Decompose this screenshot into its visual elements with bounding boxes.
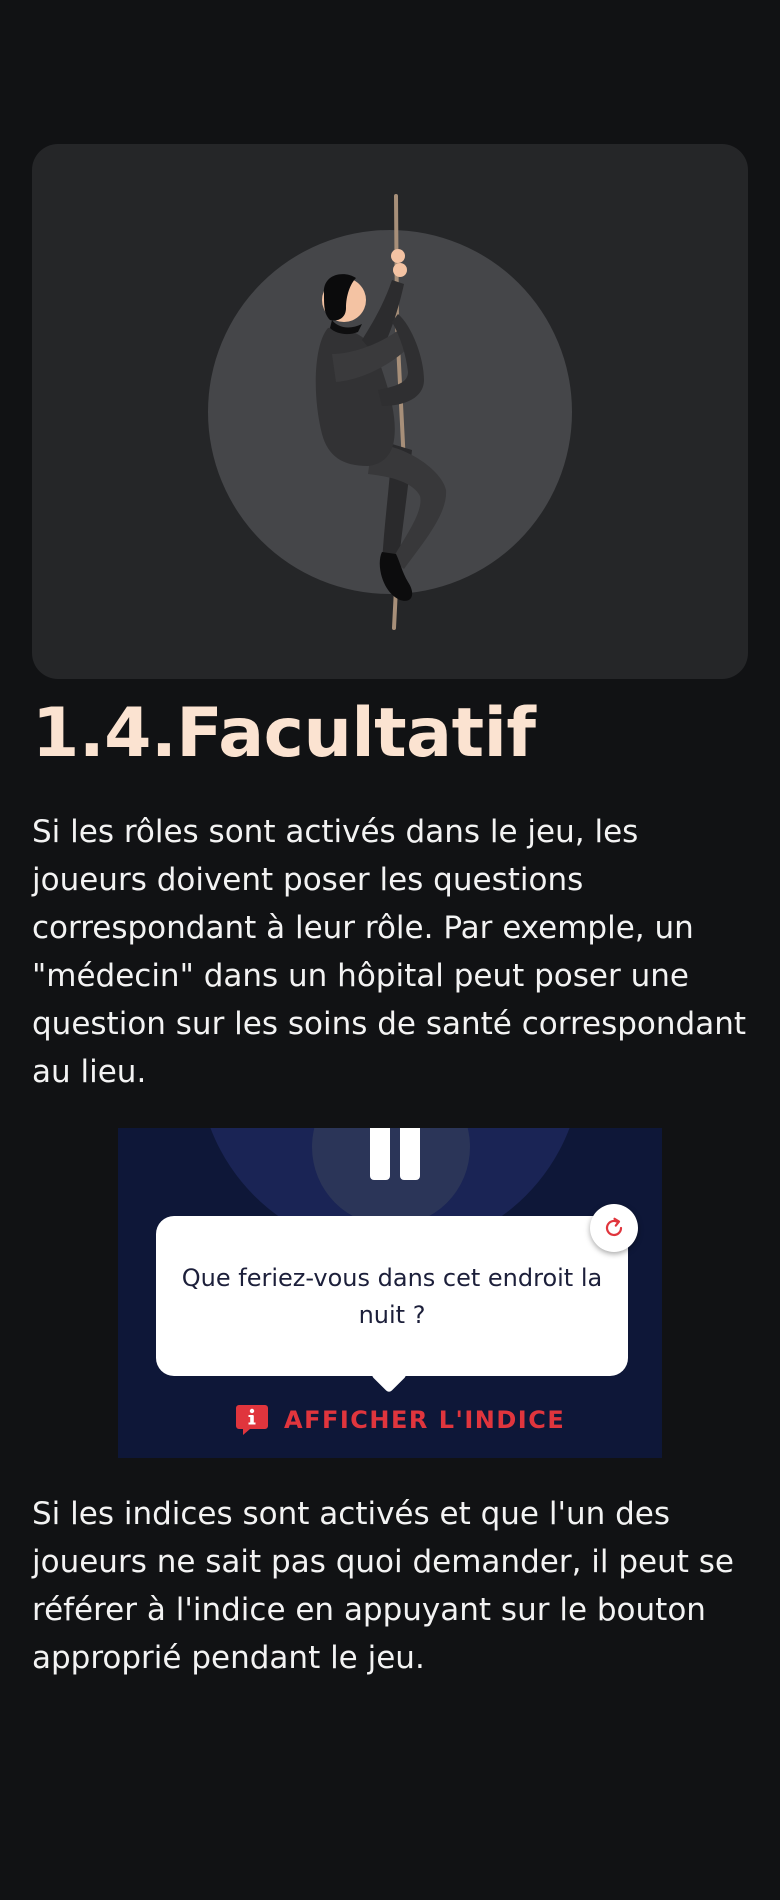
climbing-man-illustration — [208, 194, 572, 630]
question-text: Que feriez-vous dans cet endroit la nuit… — [181, 1264, 603, 1329]
hint-demo-panel: Que feriez-vous dans cet endroit la nuit… — [118, 1128, 662, 1458]
refresh-question-button[interactable] — [590, 1204, 638, 1252]
refresh-icon — [605, 1217, 623, 1237]
info-speech-bubble-icon — [236, 1405, 268, 1435]
section-title: 1.4.Facultatif — [32, 694, 536, 773]
roles-paragraph: Si les rôles sont activés dans le jeu, l… — [32, 814, 746, 1090]
pause-icon — [400, 1128, 420, 1180]
pause-icon — [370, 1128, 390, 1180]
show-hint-button[interactable]: AFFICHER L'INDICE — [234, 1400, 565, 1440]
hints-paragraph: Si les indices sont activés et que l'un … — [32, 1496, 734, 1676]
bubble-tail — [370, 1356, 408, 1394]
illustration-card — [32, 144, 748, 679]
question-card: Que feriez-vous dans cet endroit la nuit… — [156, 1216, 628, 1394]
show-hint-label: AFFICHER L'INDICE — [284, 1406, 566, 1434]
